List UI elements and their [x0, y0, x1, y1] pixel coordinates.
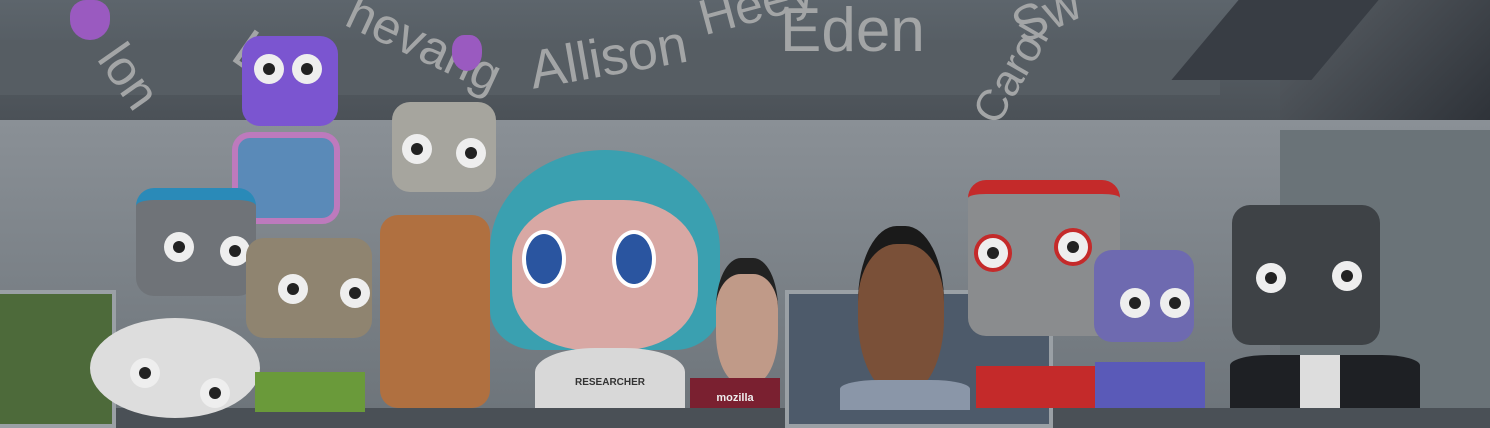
green-frame-avatar	[255, 372, 365, 412]
man-avatar	[858, 226, 944, 394]
mozilla-shirt: mozilla	[690, 378, 780, 408]
grey-robot-avatar	[392, 102, 496, 192]
shirt-label: mozilla	[716, 392, 754, 404]
hand-icon	[452, 35, 482, 71]
shirt-label: RESEARCHER	[574, 377, 645, 388]
black-robot-avatar	[1232, 205, 1380, 345]
tan-robot-avatar	[246, 238, 372, 338]
tuxedo-body	[1230, 355, 1420, 408]
man-shirt	[840, 380, 970, 410]
hand-icon	[70, 0, 110, 40]
name-tag: Eden	[780, 0, 925, 65]
boba-avatar	[380, 215, 490, 408]
blue-robot-avatar	[136, 188, 256, 296]
researcher-avatar-face	[512, 200, 698, 350]
researcher-shirt: RESEARCHER	[535, 348, 685, 408]
mozilla-avatar	[716, 258, 778, 384]
purple-glasses-avatar	[1094, 250, 1194, 342]
purple-robot-avatar	[242, 36, 338, 126]
photo-frame-avatar	[1095, 362, 1205, 408]
panda-avatar	[90, 318, 260, 418]
